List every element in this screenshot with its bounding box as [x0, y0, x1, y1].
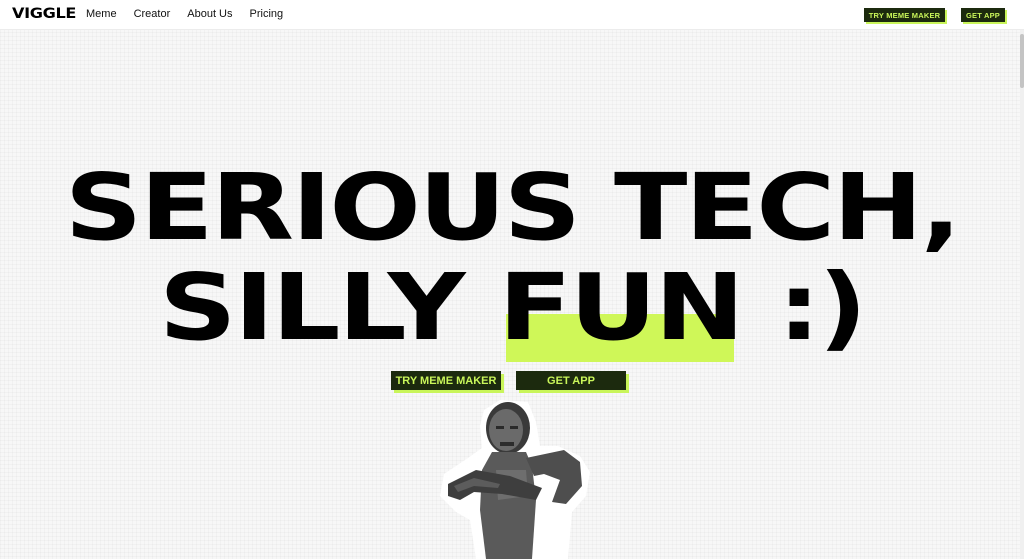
hero-headline-line1: SERIOUS TECH,	[64, 154, 962, 261]
nav-link-creator[interactable]: Creator	[134, 8, 171, 20]
top-navbar: VIGGLE Meme Creator About Us Pricing TRY…	[0, 0, 1024, 30]
scrollbar-thumb[interactable]	[1020, 34, 1024, 88]
nav-link-meme[interactable]: Meme	[86, 8, 117, 20]
nav-link-pricing[interactable]: Pricing	[250, 8, 284, 20]
viggle-logo[interactable]: VIGGLE	[12, 6, 76, 22]
hero-try-meme-maker-button[interactable]: TRY MEME MAKER	[391, 371, 501, 390]
dancing-man-sticker-icon	[440, 400, 590, 559]
nav-link-about-us[interactable]: About Us	[187, 8, 232, 20]
hero-get-app-button[interactable]: GET APP	[516, 371, 626, 390]
nav-try-meme-maker-button[interactable]: TRY MEME MAKER	[864, 8, 945, 22]
nav-links: Meme Creator About Us Pricing	[86, 8, 283, 20]
hero-headline-line2: SILLY FUN :)	[158, 254, 867, 361]
nav-get-app-button[interactable]: GET APP	[961, 8, 1005, 22]
